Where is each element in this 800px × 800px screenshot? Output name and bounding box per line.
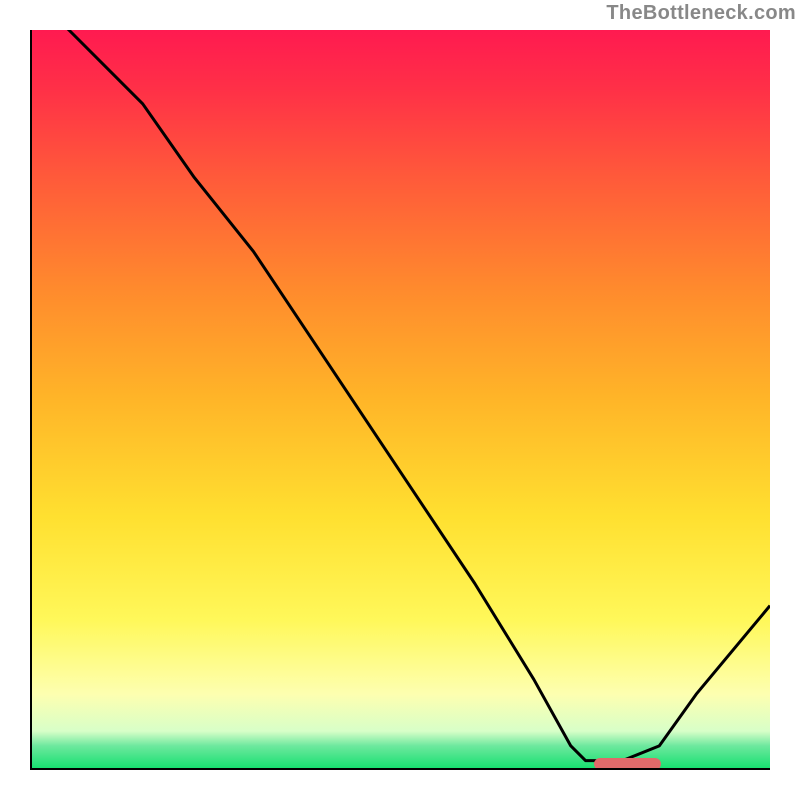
chart-container: TheBottleneck.com [0,0,800,800]
watermark-label: TheBottleneck.com [606,2,796,25]
plot-area [30,30,770,770]
gradient-background [32,30,770,768]
highlight-marker [594,758,661,770]
